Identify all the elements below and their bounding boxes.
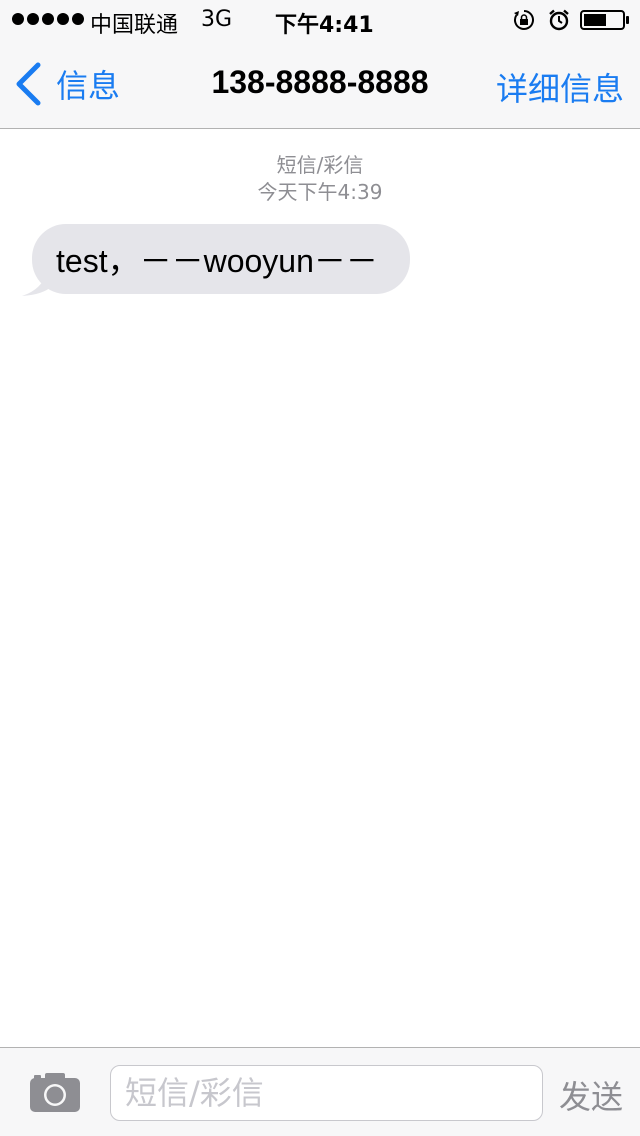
details-button[interactable]: 详细信息 xyxy=(496,64,624,110)
battery-icon xyxy=(580,10,629,30)
camera-icon[interactable] xyxy=(30,1072,80,1112)
network-type: 3G xyxy=(201,7,233,32)
signal-strength-icon xyxy=(12,13,84,25)
thread-header: 短信/彩信 今天下午4:39 xyxy=(0,152,640,206)
status-bar: 中国联通 3G 下午4:41 xyxy=(0,0,640,40)
compose-bar: 发送 xyxy=(0,1047,640,1136)
message-input[interactable] xyxy=(110,1065,543,1121)
incoming-message[interactable]: test，－－wooyun－－ xyxy=(22,224,410,296)
service-label: 短信/彩信 xyxy=(276,153,364,177)
carrier-name: 中国联通 xyxy=(90,13,179,38)
messages-screen: 中国联通 3G 下午4:41 信息 138-8888-8888 详细信息 短信/… xyxy=(0,0,640,1136)
send-button[interactable]: 发送 xyxy=(559,1072,623,1118)
status-time: 下午4:41 xyxy=(275,13,374,38)
rotation-lock-icon xyxy=(514,10,534,30)
message-timestamp: 今天下午4:39 xyxy=(257,180,383,204)
message-bubble: test，－－wooyun－－ xyxy=(32,224,410,294)
alarm-icon xyxy=(549,9,569,31)
message-thread[interactable]: 短信/彩信 今天下午4:39 test，－－wooyun－－ xyxy=(0,130,640,1047)
navigation-bar: 信息 138-8888-8888 详细信息 xyxy=(0,40,640,129)
